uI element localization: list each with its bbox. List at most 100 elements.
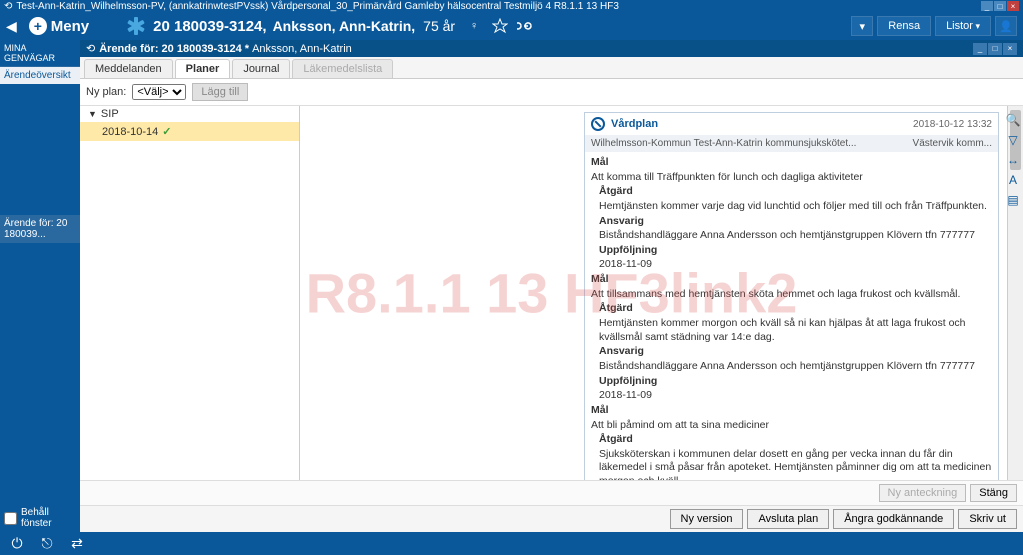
window-title: Test-Ann-Katrin_Wilhelmsson-PV, (annkatr…: [16, 1, 619, 12]
avsluta-plan-button[interactable]: Avsluta plan: [747, 509, 829, 529]
keep-window-label: Behåll fönster: [21, 507, 76, 529]
font-tool-icon[interactable]: A: [1005, 172, 1021, 188]
panel-minimize-button[interactable]: _: [973, 43, 987, 55]
panel-close-button[interactable]: ×: [1003, 43, 1017, 55]
case-header-label: Ärende för: 20 180039-3124 *: [99, 43, 249, 55]
card-line: Uppföljning: [591, 375, 992, 389]
user-icon[interactable]: 👤: [995, 16, 1017, 36]
care-plan-card[interactable]: Vårdplan2018-10-12 13:32Wilhelmsson-Komm…: [584, 112, 999, 480]
stang-button[interactable]: Stäng: [970, 484, 1017, 502]
logout-icon[interactable]: ⎋: [36, 535, 58, 553]
card-body: MålAtt komma till Träffpunkten för lunch…: [585, 152, 998, 480]
ny-anteckning-button: Ny anteckning: [879, 484, 967, 502]
menu-label: Meny: [51, 18, 89, 35]
tab-journal[interactable]: Journal: [232, 59, 290, 78]
list-tool-icon[interactable]: ▤: [1005, 192, 1021, 208]
check-icon: ✓: [162, 125, 171, 138]
new-plan-row: Ny plan: <Välj> Lägg till: [80, 79, 1023, 106]
card-title: Vårdplan: [611, 118, 913, 130]
rensa-button[interactable]: Rensa: [877, 16, 931, 36]
patient-id: 20 180039-3124,: [153, 18, 266, 35]
tab-meddelanden[interactable]: Meddelanden: [84, 59, 173, 78]
maximize-button[interactable]: □: [994, 1, 1006, 11]
plus-icon: +: [29, 17, 47, 35]
card-line: Åtgärd: [591, 433, 992, 447]
timeline-panel: Vårdplan2018-10-12 13:32Wilhelmsson-Komm…: [300, 106, 1023, 480]
minimize-button[interactable]: _: [981, 1, 993, 11]
card-subheader: Wilhelmsson-Kommun Test-Ann-Katrin kommu…: [585, 135, 998, 152]
card-line: Uppföljning: [591, 244, 992, 258]
filter-icon[interactable]: ▾: [851, 16, 873, 36]
shortcut-arendeoversikt[interactable]: Ärendeöversikt: [0, 67, 80, 84]
tree-node-sip[interactable]: ▼ SIP: [80, 106, 299, 122]
card-line: Att tillsammans med hemtjänsten sköta he…: [591, 288, 992, 302]
new-plan-select[interactable]: <Välj>: [132, 84, 186, 100]
filter-tool-icon[interactable]: ▽: [1005, 132, 1021, 148]
tab-lakemedelslista: Läkemedelslista: [292, 59, 393, 78]
tree-leaf-label: 2018-10-14: [102, 126, 158, 138]
card-line: 2018-11-09: [591, 389, 992, 403]
card-line: Biståndshandläggare Anna Andersson och h…: [591, 229, 992, 243]
card-line: Åtgärd: [591, 185, 992, 199]
main-content: ⟲ Ärende för: 20 180039-3124 * Anksson, …: [80, 40, 1023, 532]
star-of-life-icon[interactable]: [125, 15, 147, 37]
card-line: Mål: [591, 404, 992, 418]
card-line: Ansvarig: [591, 215, 992, 229]
case-header: ⟲ Ärende för: 20 180039-3124 * Anksson, …: [80, 40, 1023, 57]
card-line: 2018-11-09: [591, 258, 992, 272]
card-line: Att komma till Träffpunkten för lunch oc…: [591, 171, 992, 185]
card-header: Vårdplan2018-10-12 13:32: [585, 113, 998, 135]
card-line: Mål: [591, 273, 992, 287]
case-header-name: Anksson, Ann-Katrin: [252, 43, 352, 55]
power-icon[interactable]: ⏻: [6, 535, 28, 553]
plan-tree: ▼ SIP 2018-10-14 ✓: [80, 106, 300, 480]
card-line: Biståndshandläggare Anna Andersson och h…: [591, 360, 992, 374]
left-sidebar: MINA GENVÄGAR Ärendeöversikt Ärende för:…: [0, 40, 80, 532]
card-author: Wilhelmsson-Kommun Test-Ann-Katrin kommu…: [591, 138, 913, 149]
card-line: Ansvarig: [591, 345, 992, 359]
listor-dropdown[interactable]: Listor: [935, 16, 991, 36]
gender-icon[interactable]: ♀: [465, 17, 483, 35]
switch-icon[interactable]: ⇄: [66, 535, 88, 553]
back-icon[interactable]: ◀: [6, 18, 17, 35]
shortcuts-header: MINA GENVÄGAR: [0, 40, 80, 67]
angra-godkannande-button[interactable]: Ångra godkännande: [833, 509, 954, 529]
action-bar-upper: Ny anteckning Stäng: [80, 480, 1023, 505]
search-icon[interactable]: 🔍: [1005, 112, 1021, 128]
add-plan-button[interactable]: Lägg till: [192, 83, 248, 101]
card-unit: Västervik komm...: [913, 138, 992, 149]
panel-maximize-button[interactable]: □: [988, 43, 1002, 55]
app-toolbar: ◀ + Meny 20 180039-3124, Anksson, Ann-Ka…: [0, 12, 1023, 40]
card-line: Mål: [591, 156, 992, 170]
card-line: Hemtjänsten kommer morgon och kväll så n…: [591, 317, 992, 344]
skriv-ut-button[interactable]: Skriv ut: [958, 509, 1017, 529]
tool-column: 🔍 ▽ ↔ A ▤: [1003, 106, 1023, 212]
collapse-icon: ▼: [88, 109, 97, 119]
keep-window-row: Behåll fönster: [0, 504, 80, 532]
window-titlebar: ⟲ Test-Ann-Katrin_Wilhelmsson-PV, (annka…: [0, 0, 1023, 12]
menu-button[interactable]: + Meny: [23, 15, 95, 37]
new-plan-label: Ny plan:: [86, 86, 126, 98]
expand-icon[interactable]: ↔: [1005, 152, 1021, 168]
keep-window-checkbox[interactable]: [4, 512, 17, 525]
card-line: Att bli påmind om att ta sina mediciner: [591, 419, 992, 433]
card-line: Sjuksköterskan i kommunen delar dosett e…: [591, 448, 992, 480]
tree-leaf-date[interactable]: 2018-10-14 ✓: [80, 122, 299, 141]
refresh-icon[interactable]: ⟲: [4, 1, 12, 12]
patient-name: Anksson, Ann-Katrin,: [273, 18, 416, 34]
tree-node-label: SIP: [101, 108, 119, 120]
patient-age: 75 år: [423, 18, 455, 34]
ny-version-button[interactable]: Ny version: [670, 509, 744, 529]
sidebar-case-item[interactable]: Ärende för: 20 180039...: [0, 215, 80, 243]
tab-bar: Meddelanden Planer Journal Läkemedelslis…: [80, 57, 1023, 79]
reload-icon[interactable]: ⟲: [86, 42, 95, 55]
tab-planer[interactable]: Planer: [175, 59, 231, 78]
observe-icon[interactable]: [491, 17, 509, 35]
card-line: Åtgärd: [591, 302, 992, 316]
footer-bar: ⏻ ⎋ ⇄: [0, 532, 1023, 555]
card-timestamp: 2018-10-12 13:32: [913, 119, 992, 130]
link-icon[interactable]: [517, 17, 535, 35]
close-button[interactable]: ×: [1007, 1, 1019, 11]
action-bar-lower: Ny version Avsluta plan Ångra godkännand…: [80, 505, 1023, 532]
no-entry-icon: [591, 117, 605, 131]
